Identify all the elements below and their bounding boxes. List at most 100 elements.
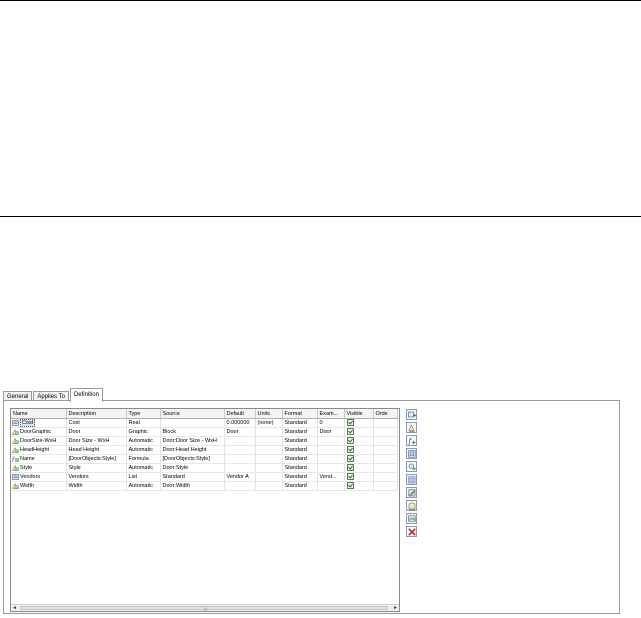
table-row[interactable]: Width Width Automatic Door:Width Standard: [11, 481, 398, 491]
column-header[interactable]: Exam...: [317, 409, 345, 419]
cell-source[interactable]: Block: [160, 427, 225, 437]
add-classification-property-button[interactable]: [406, 474, 417, 485]
cell-visible[interactable]: [344, 463, 374, 473]
column-header[interactable]: Visible: [344, 409, 374, 419]
cell-units[interactable]: [255, 427, 283, 437]
scroll-left-arrow-icon[interactable]: ◄: [11, 605, 18, 611]
remove-property-button[interactable]: [406, 526, 417, 537]
cell-description[interactable]: Head Height: [66, 445, 127, 455]
cell-default[interactable]: Door: [224, 427, 256, 437]
cell-name[interactable]: Cost: [11, 418, 67, 428]
column-header[interactable]: Units: [255, 409, 283, 419]
add-automatic-property-button[interactable]: [406, 422, 417, 433]
cell-default[interactable]: [224, 436, 256, 446]
cell-type[interactable]: Automatic: [126, 445, 161, 455]
cell-order[interactable]: [373, 445, 398, 455]
cell-name[interactable]: Vendors: [11, 472, 67, 482]
add-anchor-property-button[interactable]: [406, 448, 417, 459]
cell-visible[interactable]: [344, 445, 374, 455]
column-header[interactable]: Source: [160, 409, 225, 419]
cell-example[interactable]: 0: [317, 418, 345, 428]
add-manual-property-button[interactable]: [406, 409, 417, 420]
visible-checkbox[interactable]: [346, 419, 354, 427]
cell-description[interactable]: Door Size - WxH: [66, 436, 127, 446]
cell-name[interactable]: DoorSize-WxH: [11, 436, 67, 446]
add-formula-property-button[interactable]: f: [406, 435, 417, 446]
cell-units[interactable]: [255, 436, 283, 446]
cell-type[interactable]: Real: [126, 418, 161, 428]
cell-example[interactable]: [317, 481, 345, 491]
visible-checkbox[interactable]: [346, 473, 354, 481]
cell-description[interactable]: Door: [66, 427, 127, 437]
add-location-property-button[interactable]: [406, 461, 417, 472]
cell-type[interactable]: Automatic: [126, 436, 161, 446]
cell-type[interactable]: Automatic: [126, 463, 161, 473]
cell-order[interactable]: [373, 418, 398, 428]
column-header[interactable]: Name: [11, 409, 67, 419]
cell-visible[interactable]: [344, 427, 374, 437]
cell-format[interactable]: Standard: [282, 463, 318, 473]
table-row[interactable]: HeadHeight Head Height Automatic Door:Head …: [11, 445, 398, 455]
scroll-thumb[interactable]: |||: [20, 606, 388, 611]
cell-description[interactable]: Style: [66, 463, 127, 473]
column-header[interactable]: Type: [126, 409, 161, 419]
cell-order[interactable]: [373, 454, 398, 464]
cell-default[interactable]: [224, 463, 256, 473]
column-header[interactable]: Orde: [373, 409, 398, 419]
cell-units[interactable]: [255, 454, 283, 464]
add-graphic-property-button[interactable]: [406, 513, 417, 524]
cell-visible[interactable]: [344, 418, 374, 428]
cell-source[interactable]: Door:Head Height: [160, 445, 225, 455]
cell-units[interactable]: [255, 445, 283, 455]
cell-source[interactable]: Door:Width: [160, 481, 225, 491]
visible-checkbox[interactable]: [346, 455, 354, 463]
cell-units[interactable]: [255, 481, 283, 491]
cell-units[interactable]: [255, 463, 283, 473]
cell-format[interactable]: Standard: [282, 436, 318, 446]
cell-default[interactable]: [224, 445, 256, 455]
cell-example[interactable]: [317, 463, 345, 473]
cell-example[interactable]: Door: [317, 427, 345, 437]
column-header[interactable]: Description: [66, 409, 127, 419]
cell-order[interactable]: [373, 463, 398, 473]
cell-type[interactable]: Automatic: [126, 481, 161, 491]
cell-default[interactable]: Vendor A: [224, 472, 256, 482]
cell-visible[interactable]: [344, 481, 374, 491]
cell-type[interactable]: Formula: [126, 454, 161, 464]
cell-description[interactable]: [DoorObjects:Style]: [66, 454, 127, 464]
cell-description[interactable]: Width: [66, 481, 127, 491]
cell-source[interactable]: Door:Style: [160, 463, 225, 473]
cell-order[interactable]: [373, 481, 398, 491]
tab-definition[interactable]: Definition: [69, 388, 103, 402]
table-row[interactable]: Cost Cost Real 0.000000 (none) Standard 0: [11, 418, 398, 428]
cell-name[interactable]: HeadHeight: [11, 445, 67, 455]
visible-checkbox[interactable]: [346, 446, 354, 454]
visible-checkbox[interactable]: [346, 482, 354, 490]
table-row[interactable]: DoorSize-WxH Door Size - WxH Automatic Door…: [11, 436, 398, 446]
table-row[interactable]: DoorGraphic Door Graphic Block Door Standard D…: [11, 427, 398, 437]
cell-order[interactable]: [373, 436, 398, 446]
visible-checkbox[interactable]: [346, 464, 354, 472]
cell-source[interactable]: [160, 418, 225, 428]
cell-units[interactable]: [255, 472, 283, 482]
cell-source[interactable]: Standard: [160, 472, 225, 482]
cell-name[interactable]: DoorGraphic: [11, 427, 67, 437]
cell-example[interactable]: [317, 445, 345, 455]
horizontal-scrollbar[interactable]: ◄ ||| ►: [11, 604, 399, 611]
cell-format[interactable]: Standard: [282, 454, 318, 464]
cell-visible[interactable]: [344, 454, 374, 464]
cell-format[interactable]: Standard: [282, 445, 318, 455]
cell-type[interactable]: List: [126, 472, 161, 482]
cell-visible[interactable]: [344, 472, 374, 482]
cell-units[interactable]: (none): [255, 418, 283, 428]
cell-name[interactable]: Style: [11, 463, 67, 473]
visible-checkbox[interactable]: [346, 428, 354, 436]
scroll-right-arrow-icon[interactable]: ►: [392, 605, 399, 611]
cell-example[interactable]: [317, 436, 345, 446]
cell-default[interactable]: [224, 454, 256, 464]
cell-format[interactable]: Standard: [282, 472, 318, 482]
cell-example[interactable]: Vend...: [317, 472, 345, 482]
column-header[interactable]: Default: [224, 409, 256, 419]
cell-description[interactable]: Vendors: [66, 472, 127, 482]
add-material-property-button[interactable]: [406, 487, 417, 498]
